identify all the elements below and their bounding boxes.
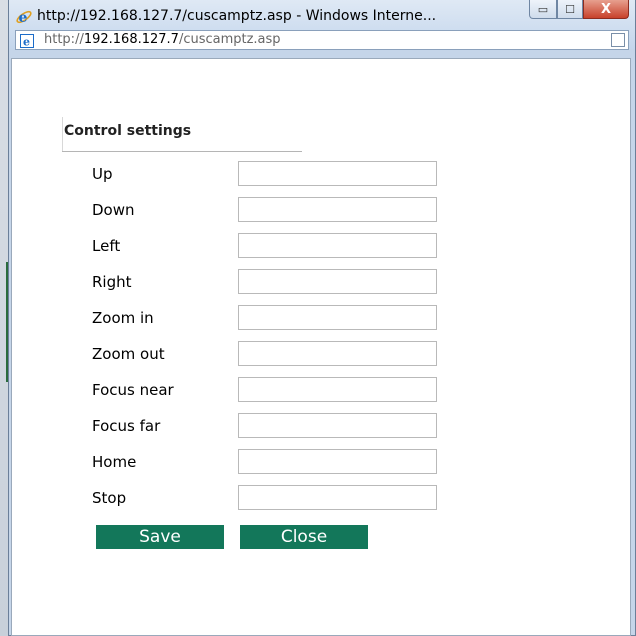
down-input[interactable]: [238, 197, 437, 222]
field-row-focus-far: Focus far: [12, 413, 632, 439]
focus-far-input[interactable]: [238, 413, 437, 438]
field-row-right: Right: [12, 269, 632, 295]
minimize-icon: ▭: [537, 2, 549, 16]
field-row-zoom-in: Zoom in: [12, 305, 632, 331]
internet-explorer-icon: e: [15, 8, 33, 26]
close-icon: X: [600, 1, 612, 17]
url-host: 192.168.127.7: [83, 32, 179, 47]
maximize-icon: ☐: [565, 2, 575, 16]
field-label: Focus near: [92, 381, 174, 399]
field-row-home: Home: [12, 449, 632, 475]
svg-text:e: e: [23, 36, 30, 49]
field-row-down: Down: [12, 197, 632, 223]
window-title: http://192.168.127.7/cuscamptz.asp - Win…: [37, 8, 437, 24]
field-label: Stop: [92, 489, 127, 507]
field-label: Zoom out: [92, 345, 165, 363]
field-label: Right: [92, 273, 132, 291]
focus-near-input[interactable]: [238, 377, 437, 402]
window-controls: ▭ ☐ X: [529, 0, 629, 20]
url-path: /cuscamptz.asp: [178, 32, 281, 47]
address-url[interactable]: http://192.168.127.7/cuscamptz.asp: [44, 32, 281, 47]
address-bar[interactable]: e http://192.168.127.7/cuscamptz.asp: [15, 30, 629, 50]
field-label: Home: [92, 453, 137, 471]
close-button[interactable]: Close: [240, 525, 368, 549]
field-row-focus-near: Focus near: [12, 377, 632, 403]
field-row-stop: Stop: [12, 485, 632, 511]
field-row-up: Up: [12, 161, 632, 187]
svg-text:e: e: [19, 10, 28, 26]
section-underline: [62, 151, 302, 152]
minimize-button[interactable]: ▭: [529, 0, 557, 19]
field-label: Left: [92, 237, 121, 255]
section-divider: [62, 117, 63, 151]
url-prefix: http://: [44, 32, 84, 47]
field-label: Focus far: [92, 417, 161, 435]
close-window-button[interactable]: X: [583, 0, 629, 19]
zoom-in-input[interactable]: [238, 305, 437, 330]
field-row-zoom-out: Zoom out: [12, 341, 632, 367]
up-input[interactable]: [238, 161, 437, 186]
page-icon: e: [20, 33, 34, 49]
save-button[interactable]: Save: [96, 525, 224, 549]
compatibility-view-icon[interactable]: [611, 33, 625, 47]
section-title: Control settings: [64, 123, 192, 139]
home-input[interactable]: [238, 449, 437, 474]
page-content: Control settings Up Down Left Right Zoom…: [11, 58, 631, 636]
field-label: Zoom in: [92, 309, 154, 327]
zoom-out-input[interactable]: [238, 341, 437, 366]
maximize-button[interactable]: ☐: [557, 0, 583, 19]
field-row-left: Left: [12, 233, 632, 259]
browser-window: e http://192.168.127.7/cuscamptz.asp - W…: [8, 0, 636, 636]
left-input[interactable]: [238, 233, 437, 258]
field-label: Down: [92, 201, 135, 219]
stop-input[interactable]: [238, 485, 437, 510]
field-label: Up: [92, 165, 113, 183]
right-input[interactable]: [238, 269, 437, 294]
